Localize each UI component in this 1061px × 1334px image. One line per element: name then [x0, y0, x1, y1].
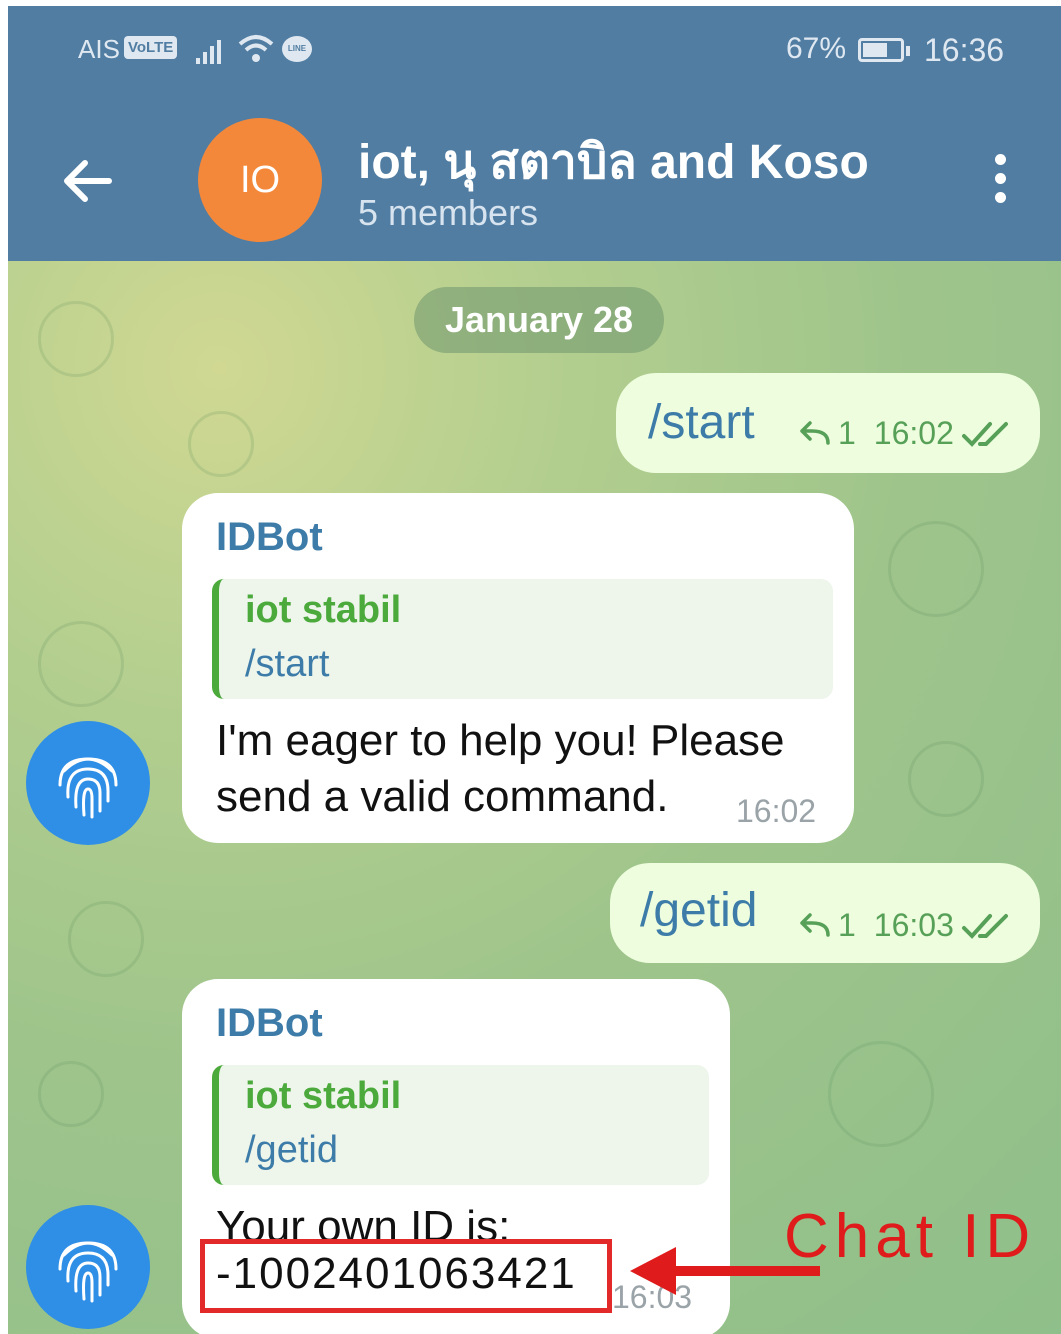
- message-text: /getid: [640, 884, 758, 937]
- message-meta: 1 16:02: [798, 415, 1010, 452]
- reply-count: 1: [838, 415, 856, 451]
- wallpaper-doodle: [38, 1061, 104, 1127]
- battery-icon: [858, 38, 904, 62]
- quote-text: /getid: [245, 1129, 338, 1171]
- screen: AIS VoLTE LINE 67% 16:36 IO iot, นุ สตาบ…: [8, 6, 1061, 1334]
- idbot-avatar[interactable]: [26, 1205, 150, 1329]
- group-avatar[interactable]: IO: [198, 118, 322, 242]
- more-vertical-icon: [994, 153, 1006, 165]
- wallpaper-doodle: [908, 741, 984, 817]
- quote-author: iot stabil: [245, 1075, 402, 1117]
- wallpaper-doodle: [888, 521, 984, 617]
- annotation-label: Chat ID: [784, 1202, 1037, 1271]
- fingerprint-icon: [58, 757, 118, 819]
- fingerprint-icon: [58, 1241, 118, 1303]
- outgoing-message[interactable]: /getid 1 16:03: [610, 863, 1040, 963]
- message-time: 16:03: [873, 907, 954, 943]
- message-text: /start: [648, 396, 755, 449]
- idbot-avatar[interactable]: [26, 721, 150, 845]
- wifi-icon: [238, 35, 274, 62]
- volte-badge: VoLTE: [124, 36, 178, 59]
- wallpaper-doodle: [828, 1041, 934, 1147]
- incoming-message[interactable]: IDBot iot stabil /start I'm eager to hel…: [182, 493, 854, 843]
- message-time: 16:02: [736, 793, 817, 829]
- header: AIS VoLTE LINE 67% 16:36 IO iot, นุ สตาบ…: [8, 6, 1061, 261]
- arrow-left-icon: [64, 160, 112, 202]
- double-check-icon: [961, 913, 1008, 939]
- sender-name[interactable]: IDBot: [216, 515, 323, 560]
- more-vertical-icon: [994, 172, 1006, 184]
- carrier-label: AIS: [78, 34, 120, 64]
- status-bar: AIS VoLTE LINE 67% 16:36: [8, 6, 1061, 96]
- more-vertical-icon: [994, 191, 1006, 203]
- double-check-icon: [961, 421, 1008, 447]
- quote-text: /start: [245, 643, 330, 685]
- reply-count: 1: [838, 907, 856, 943]
- chat-title[interactable]: iot, นุ สตาบิล and Koso: [358, 124, 869, 200]
- sender-name[interactable]: IDBot: [216, 1001, 323, 1046]
- wallpaper-doodle: [188, 411, 254, 477]
- reply-quote[interactable]: iot stabil /start: [212, 579, 833, 699]
- reply-quote[interactable]: iot stabil /getid: [212, 1065, 709, 1185]
- wallpaper-doodle: [38, 301, 114, 377]
- message-meta: 1 16:03: [798, 907, 1010, 944]
- message-line: I'm eager to help you! Please: [216, 716, 785, 765]
- chat-area[interactable]: January 28 /start 1 16:02 IDBot iot stab…: [8, 261, 1061, 1334]
- back-button[interactable]: [52, 146, 122, 216]
- line-app-icon: LINE: [282, 36, 312, 62]
- member-count: 5 members: [358, 192, 539, 233]
- status-clock: 16:36: [924, 32, 1005, 68]
- message-line: send a valid command.: [216, 772, 669, 821]
- message-text: I'm eager to help you! Please send a val…: [216, 713, 785, 825]
- chat-id-value[interactable]: -1002401063421: [216, 1249, 577, 1299]
- more-menu-button[interactable]: [980, 146, 1020, 210]
- quote-author: iot stabil: [245, 589, 402, 631]
- reply-count-icon: [800, 420, 830, 445]
- signal-icon: [196, 40, 221, 64]
- date-separator: January 28: [414, 287, 664, 353]
- reply-count-icon: [800, 912, 830, 937]
- battery-percent: 67%: [786, 32, 847, 65]
- wallpaper-doodle: [38, 621, 124, 707]
- battery-tip: [906, 46, 910, 56]
- message-time: 16:02: [873, 415, 954, 451]
- outgoing-message[interactable]: /start 1 16:02: [616, 373, 1040, 473]
- wallpaper-doodle: [68, 901, 144, 977]
